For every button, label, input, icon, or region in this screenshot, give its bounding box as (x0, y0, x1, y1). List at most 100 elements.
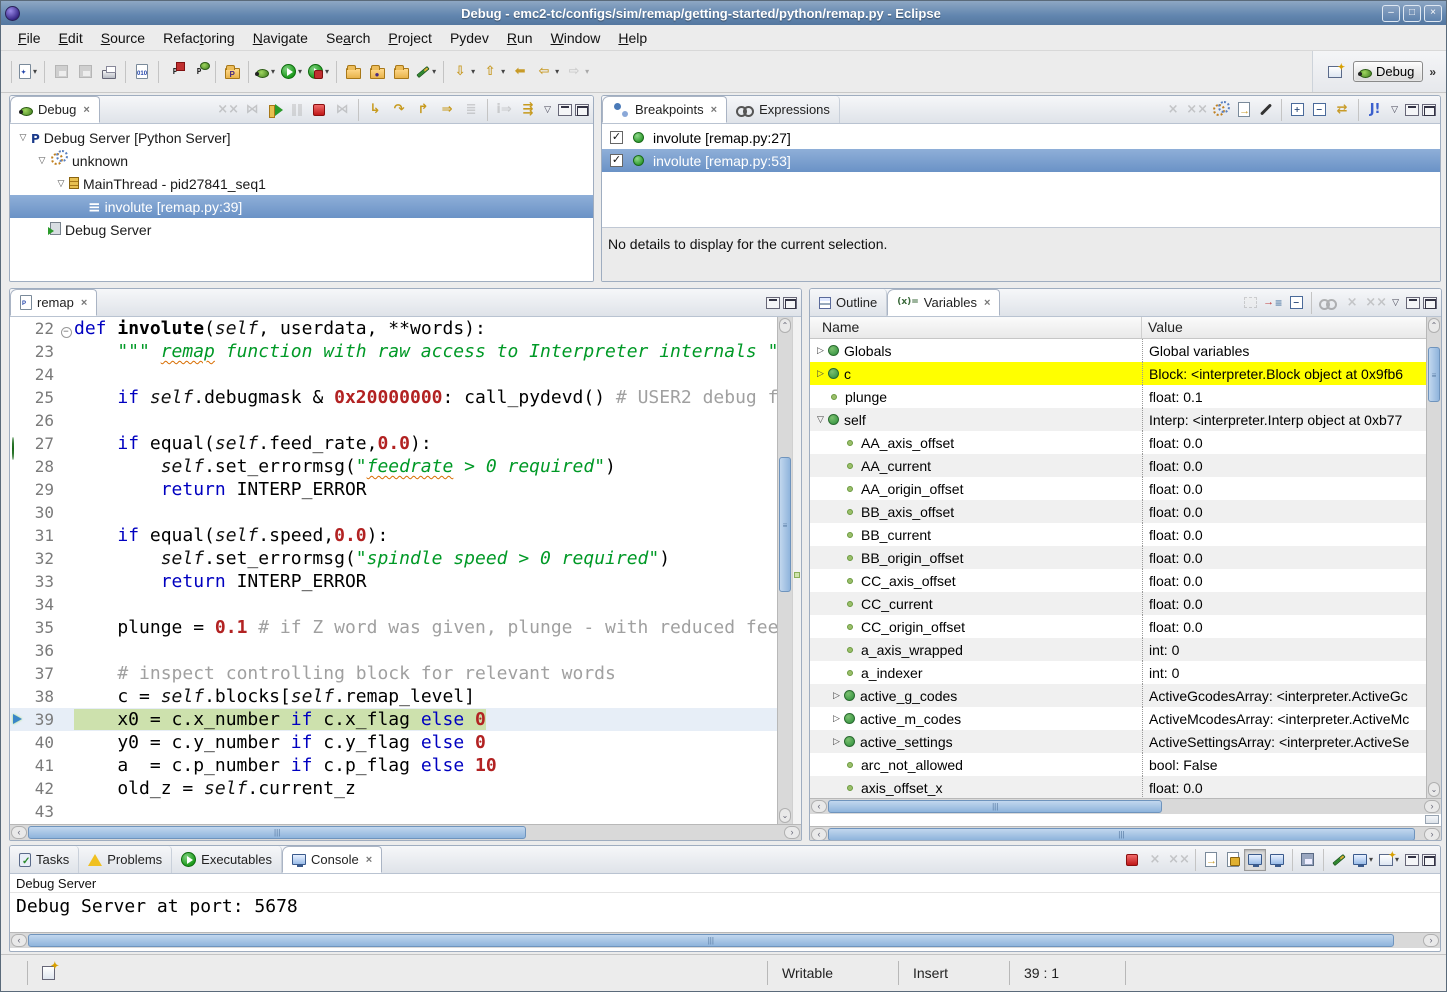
minimize-view-button[interactable] (1406, 297, 1420, 309)
variable-row-active_g_codes[interactable]: ▷active_g_codesActiveGcodesArray: <inter… (810, 684, 1441, 707)
gutter[interactable] (10, 363, 26, 386)
code-line-42[interactable]: 42 old_z = self.current_z (10, 777, 801, 800)
menu-run[interactable]: Run (498, 27, 542, 49)
code-line-38[interactable]: 38 c = self.blocks[self.remap_level] (10, 685, 801, 708)
variable-row-c[interactable]: ▷cBlock: <interpreter.Block object at 0x… (810, 362, 1441, 385)
binary-editor-button[interactable]: 010 (130, 59, 154, 85)
reconnect-button[interactable]: ⋈ (240, 99, 264, 121)
console-hscroll-thumb[interactable]: ||| (28, 934, 1394, 947)
tree-expander-icon[interactable]: ▷ (830, 690, 843, 701)
run-last-button[interactable]: ▾ (305, 59, 332, 85)
code-line-33[interactable]: 33 return INTERP_ERROR (10, 570, 801, 593)
view-menu-icon[interactable]: ▽ (1387, 104, 1402, 115)
scroll-left-arrow[interactable]: ‹ (811, 800, 827, 813)
fast-view-icon[interactable]: ✦ (42, 966, 55, 980)
gutter[interactable] (10, 754, 26, 777)
pin-console-button[interactable] (1244, 849, 1266, 871)
code-line-30[interactable]: 30 (10, 501, 801, 524)
maximize-view-button[interactable] (575, 104, 589, 116)
code-line-25[interactable]: 25 if self.debugmask & 0x20000000: call_… (10, 386, 801, 409)
maximize-view-button[interactable] (1422, 854, 1436, 866)
scroll-lock-button[interactable] (1222, 849, 1244, 871)
menu-navigate[interactable]: Navigate (244, 27, 317, 49)
code-line-31[interactable]: 31 if equal(self.speed,0.0): (10, 524, 801, 547)
tab-outline[interactable]: Outline (810, 289, 887, 316)
variable-row-CC_current[interactable]: CC_currentfloat: 0.0 (810, 592, 1441, 615)
code-line-40[interactable]: 40 y0 = c.y_number if c.y_flag else 0 (10, 731, 801, 754)
menu-edit[interactable]: Edit (50, 27, 92, 49)
gutter[interactable] (10, 685, 26, 708)
gutter[interactable] (10, 639, 26, 662)
minimize-view-button[interactable] (558, 104, 572, 116)
variable-row-BB_origin_offset[interactable]: BB_origin_offsetfloat: 0.0 (810, 546, 1441, 569)
step-into-button[interactable]: ↳ (363, 99, 387, 121)
watch-button[interactable] (1316, 292, 1340, 314)
variable-row-active_m_codes[interactable]: ▷active_m_codesActiveMcodesArray: <inter… (810, 707, 1441, 730)
step-over-button[interactable]: ↷ (387, 99, 411, 121)
variable-row-AA_current[interactable]: AA_currentfloat: 0.0 (810, 454, 1441, 477)
code-line-28[interactable]: 28 self.set_errormsg("feedrate > 0 requi… (10, 455, 801, 478)
variable-row-axis_offset_x[interactable]: axis_offset_xfloat: 0.0 (810, 776, 1441, 798)
console-horizontal-scrollbar[interactable]: ‹ ||| › (10, 932, 1440, 948)
code-line-26[interactable]: 26 (10, 409, 801, 432)
close-icon[interactable]: × (984, 297, 990, 309)
code-line-29[interactable]: 29 return INTERP_ERROR (10, 478, 801, 501)
instruction-pointer-button[interactable]: i⇒ (492, 99, 516, 121)
console-output[interactable]: Debug Server at port: 5678 (10, 893, 1440, 932)
tree-expander-icon[interactable]: ▷ (814, 368, 827, 379)
instruction-pointer-marker[interactable] (10, 708, 26, 731)
tree-expander-icon[interactable]: ▽ (814, 414, 827, 425)
tab-console[interactable]: Console× (282, 846, 382, 873)
gutter[interactable] (10, 570, 26, 593)
breakpoint-checkbox[interactable]: ✓ (610, 131, 623, 144)
menu-help[interactable]: Help (609, 27, 656, 49)
close-icon[interactable]: × (711, 104, 717, 116)
gutter[interactable] (10, 340, 26, 363)
add-java-exception-button[interactable]: J! (1363, 99, 1387, 121)
clear-console-button[interactable] (1200, 849, 1222, 871)
variable-row-CC_origin_offset[interactable]: CC_origin_offsetfloat: 0.0 (810, 615, 1441, 638)
scroll-up-arrow[interactable]: ⌃ (1428, 318, 1440, 333)
tab-variables[interactable]: (x)= Variables × (887, 289, 1000, 316)
python-breakpoint-button[interactable]: P (163, 59, 187, 85)
code-line-39[interactable]: 39 x0 = c.x_number if c.x_flag else 0 (10, 708, 801, 731)
tab-breakpoints[interactable]: Breakpoints × (602, 96, 727, 123)
print-button[interactable] (97, 59, 121, 85)
variable-row-BB_current[interactable]: BB_currentfloat: 0.0 (810, 523, 1441, 546)
suspend-button[interactable] (286, 99, 308, 121)
open-console-edit-button[interactable] (1328, 849, 1350, 871)
debug-tree-item[interactable]: ▽unknown (10, 149, 593, 172)
display-selected-console-button[interactable]: ▾ (1350, 849, 1376, 871)
show-type-names-button[interactable] (1239, 292, 1261, 314)
variables-horizontal-scrollbar[interactable]: ‹ ||| › (810, 798, 1441, 814)
view-menu-icon[interactable]: ▽ (1388, 297, 1403, 308)
scroll-up-arrow[interactable]: ⌃ (779, 318, 791, 333)
breakpoint-marker[interactable] (10, 432, 26, 455)
run-to-line-button[interactable]: ⇒ (435, 99, 459, 121)
minimize-view-button[interactable] (1405, 854, 1419, 866)
tree-expander-icon[interactable]: ▽ (35, 155, 49, 166)
scroll-down-arrow[interactable]: ⌄ (779, 808, 791, 823)
menu-pydev[interactable]: Pydev (441, 27, 498, 49)
menu-source[interactable]: Source (92, 27, 154, 49)
editor-horizontal-scrollbar[interactable]: ‹ ||| › (10, 824, 801, 840)
scroll-right-arrow[interactable]: › (1424, 800, 1440, 813)
scroll-right-arrow[interactable]: › (1424, 828, 1440, 841)
minimize-view-button[interactable] (766, 297, 780, 309)
tree-expander-icon[interactable]: ▷ (830, 713, 843, 724)
editor-vertical-scrollbar[interactable]: ⌃ ≡ ⌄ (777, 317, 792, 824)
code-line-36[interactable]: 36 (10, 639, 801, 662)
debug-perspective-button[interactable]: Debug (1353, 61, 1423, 82)
code-editor[interactable]: 22−def involute(self, userdata, **words)… (10, 317, 801, 824)
debug-tree-item[interactable]: Debug Server (10, 218, 593, 241)
code-line-27[interactable]: 27 if equal(self.feed_rate,0.0): (10, 432, 801, 455)
code-line-43[interactable]: 43 (10, 800, 801, 823)
variables-hscroll-thumb[interactable]: ||| (828, 800, 1162, 813)
fold-toggle-icon[interactable]: − (58, 318, 74, 339)
save-all-button[interactable] (73, 59, 97, 85)
gutter[interactable] (10, 501, 26, 524)
variable-row-Globals[interactable]: ▷GlobalsGlobal variables (810, 339, 1441, 362)
link-with-debug-button[interactable]: ⇄ (1330, 99, 1354, 121)
disconnect-button[interactable]: ⋈ (330, 99, 354, 121)
terminate-button[interactable] (1121, 849, 1143, 871)
